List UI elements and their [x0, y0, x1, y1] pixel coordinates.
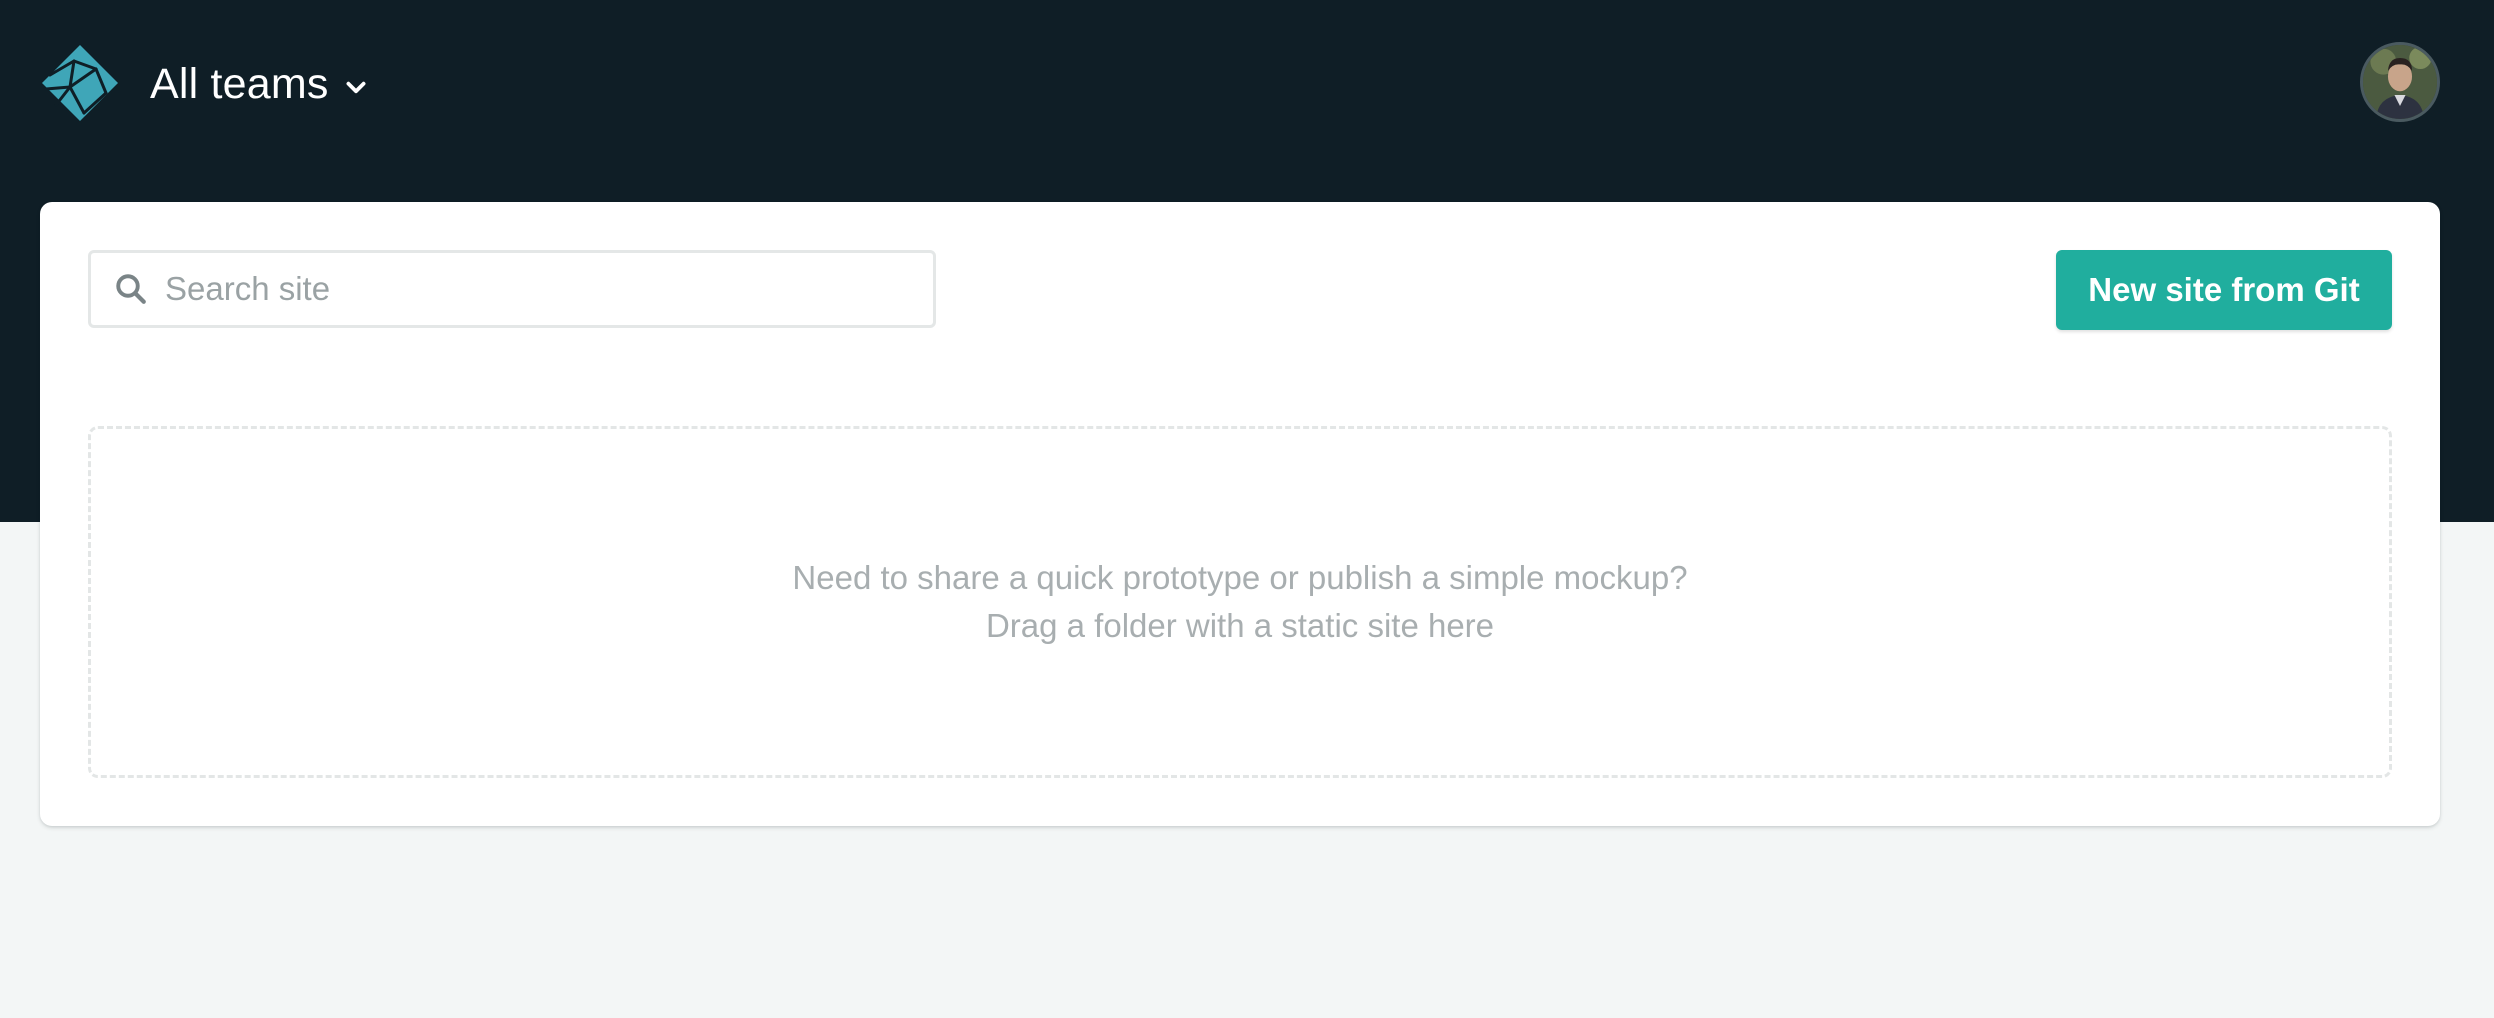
new-site-from-git-button[interactable]: New site from Git [2056, 250, 2392, 330]
team-switcher-label[interactable]: All teams [150, 60, 329, 109]
search-input[interactable] [163, 269, 907, 309]
drop-zone-prompt: Need to share a quick prototype or publi… [792, 559, 1688, 596]
user-avatar-icon [2363, 45, 2437, 119]
sites-card: New site from Git Need to share a quick … [40, 202, 2440, 826]
search-icon [116, 274, 146, 304]
drop-zone[interactable]: Need to share a quick prototype or publi… [88, 426, 2392, 778]
chevron-down-icon[interactable] [343, 75, 369, 101]
search-box[interactable] [88, 250, 936, 328]
netlify-logo-icon[interactable] [40, 43, 120, 123]
team-switcher[interactable]: All teams [150, 54, 369, 114]
user-avatar[interactable] [2360, 42, 2440, 122]
top-header: All teams [0, 0, 2494, 166]
drop-zone-instruction: Drag a folder with a static site here [985, 607, 1495, 644]
